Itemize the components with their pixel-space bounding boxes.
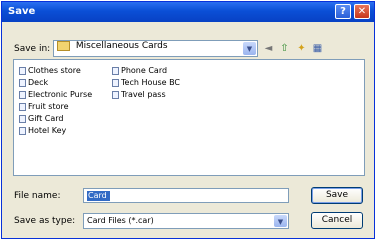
file-icon bbox=[19, 90, 26, 99]
file-name-value: Card bbox=[87, 191, 110, 201]
file-icon bbox=[19, 102, 26, 111]
back-icon[interactable]: ◄ bbox=[262, 42, 275, 55]
file-name-input[interactable]: Card bbox=[83, 188, 289, 203]
list-item[interactable]: Gift Card bbox=[19, 113, 64, 124]
file-icon bbox=[112, 90, 119, 99]
file-icon bbox=[112, 66, 119, 75]
window-title: Save bbox=[8, 6, 36, 17]
list-item[interactable]: Hotel Key bbox=[19, 125, 66, 136]
list-item[interactable]: Travel pass bbox=[112, 89, 166, 100]
save-button[interactable]: Save bbox=[311, 187, 363, 204]
save-dialog: Save ? ✕ Save in: Miscellaneous Cards ▼ … bbox=[1, 1, 375, 239]
file-icon bbox=[19, 66, 26, 75]
help-button[interactable]: ? bbox=[335, 4, 351, 19]
views-menu-icon[interactable]: ▦ bbox=[311, 42, 324, 55]
save-as-type-value: Card Files (*.car) bbox=[87, 216, 154, 225]
close-button[interactable]: ✕ bbox=[354, 4, 370, 19]
save-in-dropdown[interactable]: Miscellaneous Cards ▼ bbox=[53, 40, 258, 57]
chevron-down-icon[interactable]: ▼ bbox=[243, 42, 256, 55]
file-list[interactable]: Clothes store Deck Electronic Purse Frui… bbox=[13, 59, 365, 176]
file-name-label: File name: bbox=[14, 191, 61, 201]
save-as-type-label: Save as type: bbox=[14, 216, 76, 226]
file-icon bbox=[19, 114, 26, 123]
save-as-type-dropdown[interactable]: Card Files (*.car) ▼ bbox=[83, 213, 289, 229]
list-item[interactable]: Electronic Purse bbox=[19, 89, 92, 100]
save-in-label: Save in: bbox=[14, 44, 51, 54]
list-item[interactable]: Deck bbox=[19, 77, 48, 88]
file-icon bbox=[112, 78, 119, 87]
file-icon bbox=[19, 126, 26, 135]
new-folder-icon[interactable]: ✦ bbox=[295, 42, 308, 55]
cancel-button[interactable]: Cancel bbox=[311, 212, 363, 229]
folder-icon bbox=[57, 41, 70, 51]
list-item[interactable]: Tech House BC bbox=[112, 77, 180, 88]
title-bar[interactable]: Save ? ✕ bbox=[2, 2, 374, 22]
file-icon bbox=[19, 78, 26, 87]
chevron-down-icon[interactable]: ▼ bbox=[274, 215, 287, 227]
up-folder-icon[interactable]: ⇧ bbox=[278, 42, 291, 55]
list-item[interactable]: Phone Card bbox=[112, 65, 167, 76]
save-in-value: Miscellaneous Cards bbox=[75, 41, 168, 51]
list-item[interactable]: Fruit store bbox=[19, 101, 69, 112]
list-item[interactable]: Clothes store bbox=[19, 65, 81, 76]
